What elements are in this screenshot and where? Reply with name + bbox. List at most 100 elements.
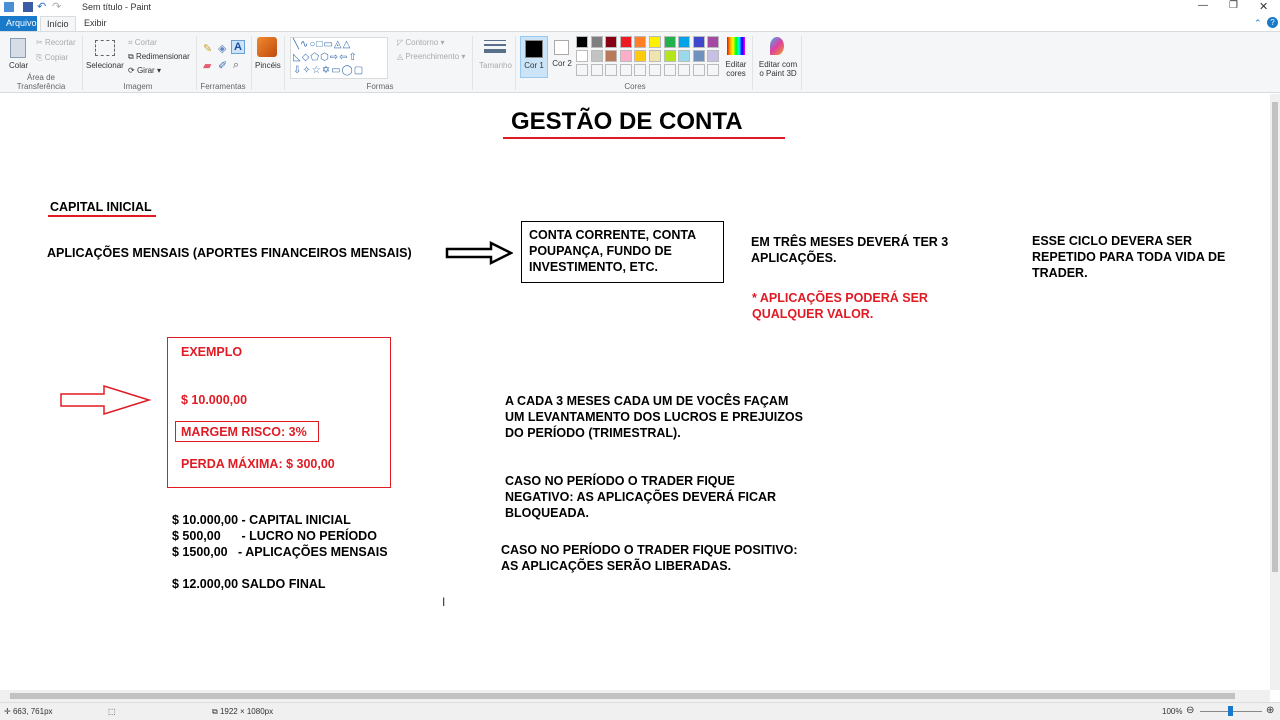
palette-swatch[interactable] [634,50,647,62]
cada3-line: UM LEVANTAMENTO DOS LUCROS E PREJUIZOS [505,410,803,424]
horizontal-scrollbar[interactable] [0,690,1270,702]
palette-swatch[interactable] [634,64,647,76]
ribbon: Colar ✂ Recortar ⎘ Copiar Área de Transf… [0,31,1280,93]
palette-swatch[interactable] [619,64,632,76]
paint3d-icon [770,37,784,55]
size-button[interactable]: Tamanho [479,61,512,70]
cursor-position-value: 663, 761px [12,707,53,716]
eraser-icon[interactable]: ▰ [203,59,211,72]
magnifier-icon[interactable]: ⌕ [233,59,239,72]
paste-button[interactable]: Colar [9,61,28,70]
color-picker-icon[interactable]: ✐ [218,59,227,72]
resize-label: Redimensionar [135,52,190,61]
exemplo-label: EXEMPLO [181,345,243,359]
canvas-size-value: 1922 × 1080px [219,707,274,716]
red-arrow-icon [60,385,152,415]
palette-swatch[interactable] [649,50,661,62]
vertical-scrollbar[interactable] [1270,94,1280,690]
palette-swatch[interactable] [678,36,691,48]
undo-icon[interactable]: ↶ [37,0,46,13]
color1-button[interactable]: Cor 1 [520,36,548,78]
palette-swatch[interactable] [692,50,705,62]
fill-icon[interactable]: ◈ [218,42,226,55]
palette-swatch[interactable] [590,36,603,48]
palette-swatch[interactable] [678,50,691,62]
ciclo-line: ESSE CICLO DEVERA SER [1032,234,1192,248]
conta-line: CONTA CORRENTE, CONTA [529,228,697,242]
select-button[interactable]: Selecionar [86,61,124,70]
palette-swatch[interactable] [649,36,661,48]
shapes-gallery[interactable]: ╲∿○□▭◬△ ◺◇⬠⬡⇨⇦⇧ ⇩✧☆✡▭◯▢ [290,37,388,79]
group-clipboard-label: Área de Transferência [16,73,66,91]
palette-swatch[interactable] [692,64,705,76]
negativo-line: CASO NO PERÍODO O TRADER FIQUE [505,474,735,488]
palette-swatch[interactable] [576,36,588,48]
palette-swatch[interactable] [619,50,632,62]
palette-swatch[interactable] [707,64,720,76]
title-bar: ↶ ↷ Sem título - Paint — ❐ ✕ [0,0,1280,16]
window-title: Sem título - Paint [82,2,152,12]
maximize-button[interactable]: ❐ [1229,0,1238,11]
fill-button[interactable]: ◬ Preenchimento ▾ [397,52,465,61]
palette-swatch[interactable] [590,64,603,76]
tab-inicio[interactable]: Início [40,16,76,31]
palette-swatch[interactable] [663,36,676,48]
cut-button[interactable]: ✂ Recortar [36,38,76,47]
palette-swatch[interactable] [605,64,618,76]
palette-swatch[interactable] [619,36,632,48]
edit-colors-button[interactable]: Editar cores [725,60,747,78]
conta-line: INVESTIMENTO, ETC. [529,260,658,274]
palette-swatch[interactable] [576,64,588,76]
palette-swatch[interactable] [605,36,618,48]
collapse-ribbon-icon[interactable]: ⌃ [1254,18,1262,29]
palette-swatch[interactable] [663,50,676,62]
palette-swatch[interactable] [707,50,720,62]
cut-label: Recortar [44,38,76,47]
help-icon[interactable]: ? [1267,17,1278,28]
text-tool-icon[interactable]: A [231,40,245,54]
cada3-line: A CADA 3 MESES CADA UM DE VOCÊS FAÇAM [505,394,789,408]
size-icon [484,40,506,53]
palette-swatch[interactable] [663,64,676,76]
nota-line: * APLICAÇÕES PODERÁ SER [752,291,928,305]
select-icon [95,40,115,56]
palette-swatch[interactable] [576,50,588,62]
nota-line: QUALQUER VALOR. [752,307,874,321]
palette-swatch[interactable] [678,64,691,76]
save-icon[interactable] [23,2,33,12]
resize-button[interactable]: ⧉ Redimensionar [128,52,190,62]
palette-swatch[interactable] [692,36,705,48]
palette-swatch[interactable] [634,36,647,48]
drawing-canvas[interactable]: GESTÃO DE CONTA CAPITAL INICIAL APLICAÇÕ… [0,94,1270,690]
rotate-label: Girar [136,66,155,75]
ribbon-tabs: Arquivo Início Exibir ⌃ ? [0,16,1280,31]
color2-button[interactable]: Cor 2 [551,36,573,78]
edit-colors-icon [727,37,745,55]
redo-icon[interactable]: ↷ [52,0,61,13]
palette-swatch[interactable] [649,64,661,76]
outline-label: Contorno [405,38,439,47]
outline-button[interactable]: ◸ Contorno ▾ [397,38,445,47]
cada3-line: DO PERÍODO (TRIMESTRAL). [505,426,681,440]
zoom-slider-thumb[interactable] [1228,706,1233,716]
crop-button[interactable]: ⌗ Cortar [128,38,157,48]
zoom-out-button[interactable]: ⊖ [1186,705,1194,716]
horizontal-scroll-thumb[interactable] [10,693,1235,699]
rotate-button[interactable]: ⟳ Girar ▾ [128,66,161,75]
arrow-right-icon [445,241,513,265]
paint3d-button[interactable]: Editar com o Paint 3D [758,60,798,78]
copy-button[interactable]: ⎘ Copiar [36,53,68,63]
palette-swatch[interactable] [590,50,603,62]
zoom-in-button[interactable]: ⊕ [1266,705,1274,716]
vertical-scroll-thumb[interactable] [1272,102,1278,572]
minimize-button[interactable]: — [1198,0,1208,11]
tab-exibir[interactable]: Exibir [78,16,113,31]
clipboard-icon [10,38,26,58]
close-button[interactable]: ✕ [1259,0,1268,13]
tab-arquivo[interactable]: Arquivo [0,16,37,31]
calc-line: $ 500,00 - LUCRO NO PERÍODO [172,529,377,543]
pencil-icon[interactable]: ✎ [203,42,212,55]
palette-swatch[interactable] [707,36,720,48]
brushes-button[interactable]: Pincéis [255,61,281,70]
palette-swatch[interactable] [605,50,618,62]
